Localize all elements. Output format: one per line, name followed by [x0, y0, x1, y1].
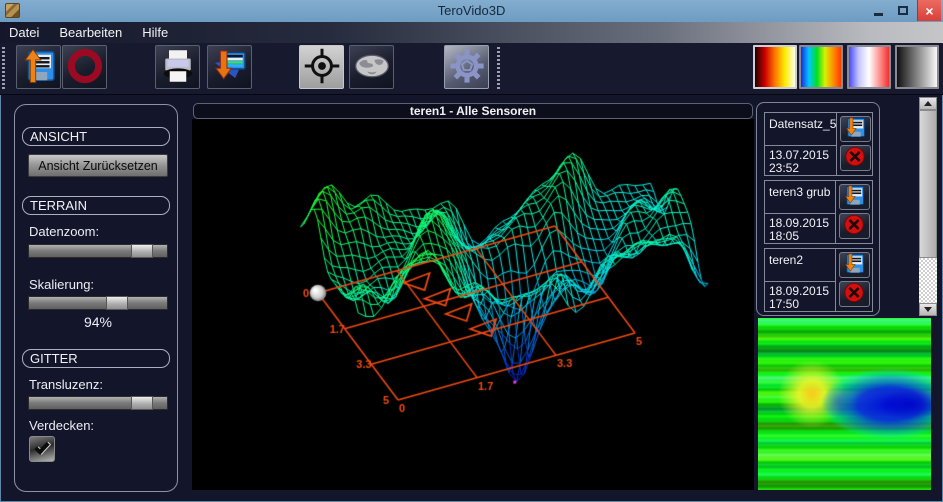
colormap-rainbow-button[interactable]: [799, 45, 843, 89]
control-panel: ANSICHT Ansicht Zurücksetzen TERRAIN Dat…: [14, 104, 178, 492]
heatmap-preview[interactable]: [758, 318, 931, 490]
record-circle-icon: [66, 47, 104, 88]
menu-item-bearbeiten[interactable]: Bearbeiten: [49, 22, 132, 43]
floppy-arrow-up-icon: [21, 48, 57, 87]
delete-dataset-button[interactable]: [839, 281, 870, 307]
delete-dataset-button[interactable]: [840, 145, 871, 171]
close-button[interactable]: ×: [917, 0, 941, 21]
print-button[interactable]: [155, 45, 200, 89]
scrollbar-thumb[interactable]: [919, 110, 937, 258]
floppy-load-icon: [842, 252, 866, 278]
dataset-scrollbar: [919, 97, 937, 316]
colormap-blue-white-red-button[interactable]: [847, 45, 891, 89]
dataset-item: Datensatz_5 13.07.2015 23:52: [764, 112, 873, 176]
floppy-load-icon: [842, 184, 866, 210]
dataset-time: 23:52: [769, 162, 836, 175]
settings-button[interactable]: [444, 45, 489, 89]
dataset-name: teren2: [765, 249, 835, 282]
map-view-button[interactable]: [349, 45, 394, 89]
check-icon: [34, 439, 49, 455]
delete-dataset-button[interactable]: [839, 213, 870, 239]
terrain-group-label: TERRAIN: [22, 196, 170, 215]
toolbar-grip[interactable]: [2, 47, 5, 91]
menubar: DateiBearbeitenHilfe: [0, 22, 943, 43]
skalierung-slider[interactable]: [28, 296, 168, 310]
app-window: TeroVido3D × DateiBearbeitenHilfe ANSICH…: [0, 0, 943, 502]
skalierung-slider-handle[interactable]: [106, 296, 128, 310]
arrow-up-icon: [924, 101, 932, 106]
reset-view-button[interactable]: Ansicht Zurücksetzen: [28, 154, 168, 177]
menu-item-hilfe[interactable]: Hilfe: [132, 22, 178, 43]
transluzenz-label: Transluzenz:: [29, 377, 103, 392]
maximize-button[interactable]: [891, 0, 915, 21]
dataset-datetime: 18.09.2015 18:05: [765, 214, 835, 243]
save-data-button[interactable]: [16, 45, 61, 89]
toolbar-separator: [497, 47, 500, 91]
verdecken-checkbox[interactable]: [29, 436, 55, 462]
scroll-up-button[interactable]: [919, 97, 937, 110]
terrain-3d-view[interactable]: [192, 119, 754, 490]
floppy-load-icon: [843, 116, 867, 142]
dataset-name: Datensatz_5: [765, 113, 836, 146]
restore-icon: [898, 6, 908, 15]
dataset-datetime: 13.07.2015 23:52: [765, 146, 836, 175]
toolbar: [0, 43, 943, 95]
close-icon: ×: [925, 4, 933, 18]
scroll-down-button[interactable]: [919, 303, 937, 316]
dataset-datetime: 18.09.2015 17:50: [765, 282, 835, 311]
center-view-button[interactable]: [299, 45, 344, 89]
crosshair-icon: [304, 48, 340, 87]
load-dataset-button[interactable]: [839, 184, 870, 210]
menu-item-datei[interactable]: Datei: [0, 22, 49, 43]
minimize-icon: [874, 13, 883, 16]
floppy-arrow-down-icon: [212, 48, 248, 87]
load-dataset-button[interactable]: [840, 116, 871, 142]
dataset-name: teren3 grub: [765, 181, 835, 214]
record-button[interactable]: [62, 45, 107, 89]
titlebar[interactable]: TeroVido3D ×: [0, 0, 943, 22]
ansicht-group-label: ANSICHT: [22, 127, 170, 146]
arrow-down-icon: [924, 307, 932, 312]
dataset-item: teren3 grub 18.09.2015 18:05: [764, 180, 873, 244]
printer-icon: [160, 48, 196, 87]
skalierung-percent: 94%: [28, 314, 168, 330]
minimize-button[interactable]: [866, 0, 890, 21]
verdecken-label: Verdecken:: [29, 418, 94, 433]
dataset-time: 18:05: [769, 230, 835, 243]
colormap-heat-button[interactable]: [753, 45, 797, 89]
datenzoom-slider[interactable]: [28, 244, 168, 258]
transluzenz-slider[interactable]: [28, 396, 168, 410]
datenzoom-label: Datenzoom:: [29, 224, 99, 239]
load-dataset-button[interactable]: [839, 252, 870, 278]
dataset-panel: Datensatz_5 13.07.2015 23:52 teren3 grub…: [756, 102, 880, 316]
delete-icon: [842, 213, 866, 239]
delete-icon: [842, 281, 866, 307]
dataset-time: 17:50: [769, 298, 835, 311]
gear-icon: [448, 47, 486, 88]
globe-icon: [353, 47, 391, 88]
export-image-button[interactable]: [207, 45, 252, 89]
delete-icon: [843, 145, 867, 171]
window-title: TeroVido3D: [0, 3, 943, 18]
viewport-title: teren1 - Alle Sensoren: [193, 103, 753, 119]
skalierung-label: Skalierung:: [29, 277, 94, 292]
colormap-grayscale-button[interactable]: [895, 45, 939, 89]
transluzenz-slider-handle[interactable]: [131, 396, 153, 410]
gitter-group-label: GITTER: [22, 349, 170, 368]
dataset-item: teren2 18.09.2015 17:50: [764, 248, 873, 312]
datenzoom-slider-handle[interactable]: [131, 244, 153, 258]
